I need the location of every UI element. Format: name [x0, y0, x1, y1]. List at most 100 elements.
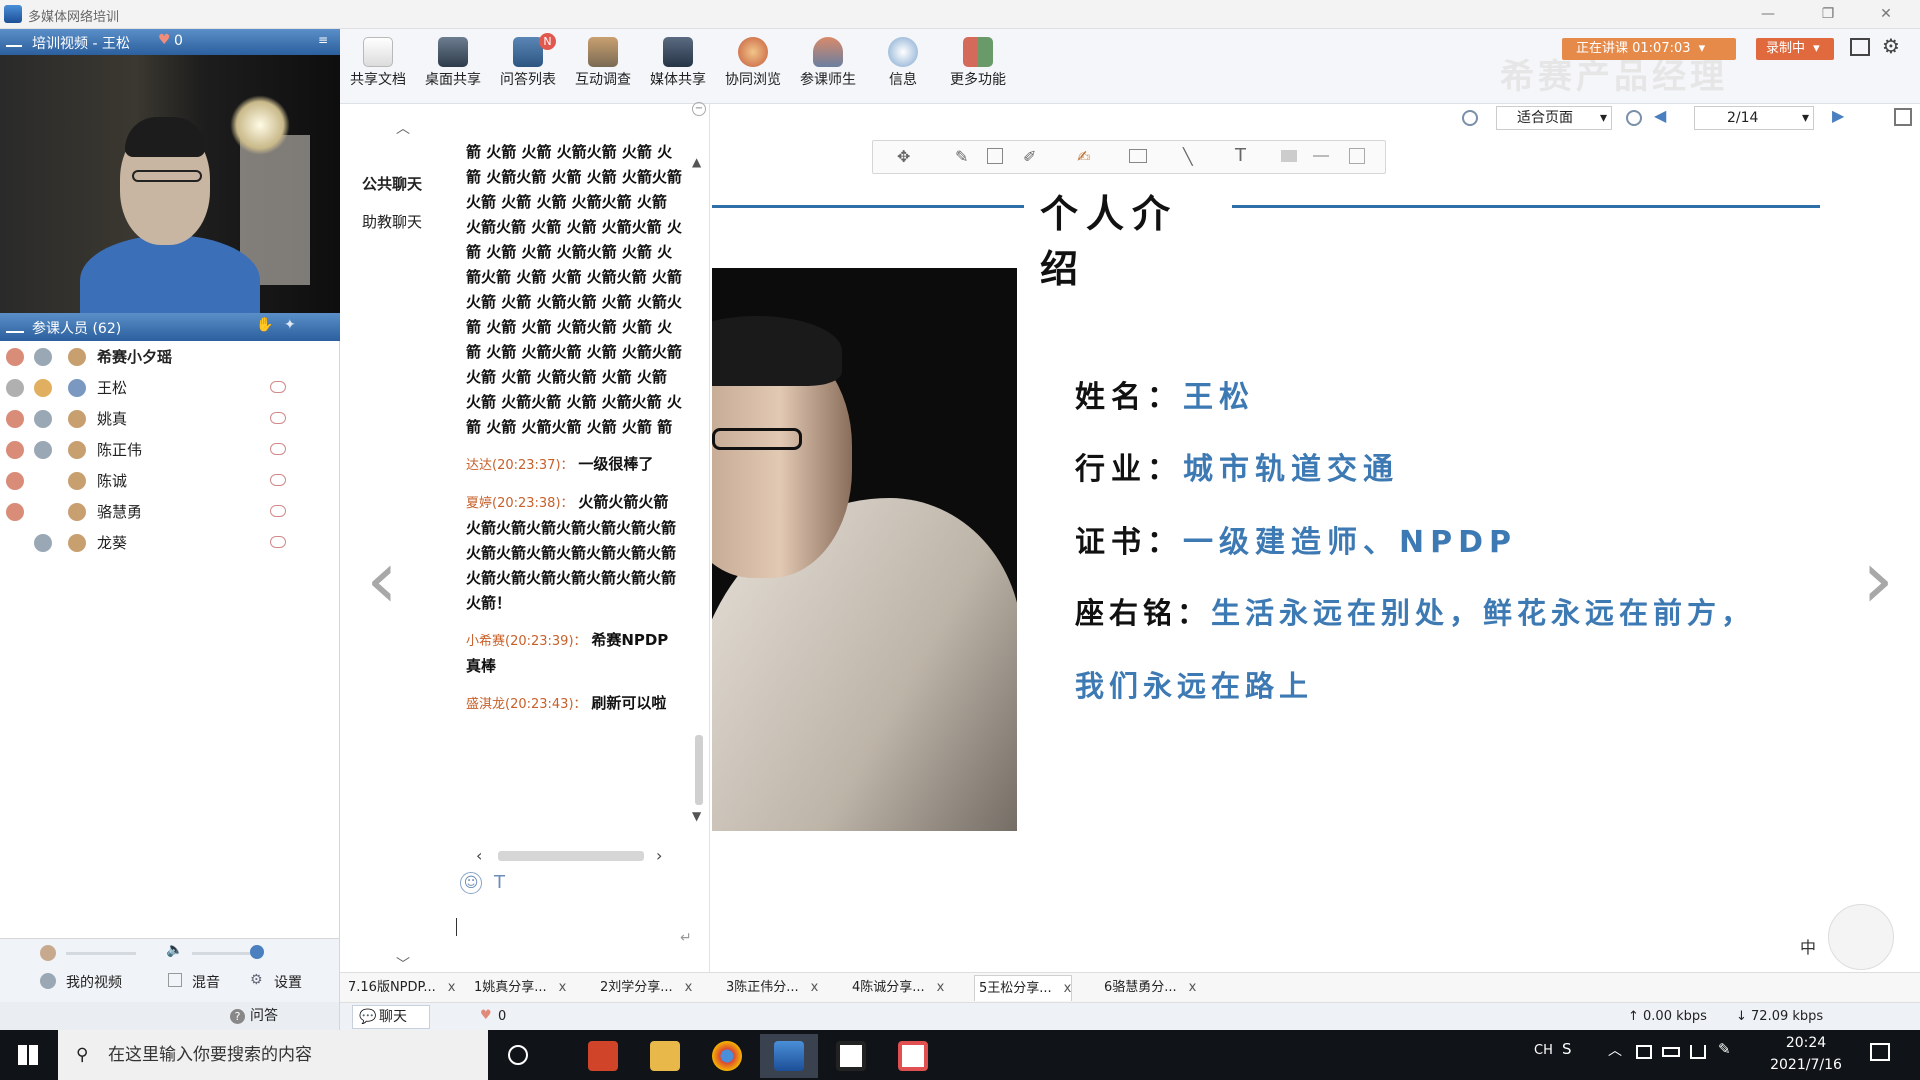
- language-indicator[interactable]: CH: [1534, 1043, 1553, 1058]
- participants-collapse-icon[interactable]: [6, 319, 24, 333]
- close-icon[interactable]: x: [448, 980, 456, 995]
- desktop-share-button[interactable]: 桌面共享: [416, 33, 490, 99]
- pen-permission-icon[interactable]: [6, 410, 24, 428]
- doc-tab[interactable]: 4陈诚分享... x: [848, 975, 944, 1001]
- tab-public-chat[interactable]: 公共聊天: [356, 165, 450, 203]
- notification-icon[interactable]: [1870, 1043, 1890, 1061]
- private-chat-icon[interactable]: [270, 381, 286, 393]
- co-browse-button[interactable]: 协同浏览: [716, 33, 790, 99]
- close-icon[interactable]: x: [1064, 981, 1072, 996]
- close-button[interactable]: ✕: [1866, 3, 1906, 25]
- file-explorer-app[interactable]: [636, 1034, 694, 1078]
- prev-slide-button[interactable]: ‹: [366, 540, 398, 620]
- eraser-icon[interactable]: ✎: [955, 147, 968, 166]
- volume-handle[interactable]: [250, 945, 264, 959]
- heart-icon[interactable]: ♥: [480, 1008, 492, 1023]
- mix-button[interactable]: 混音: [192, 972, 220, 992]
- pen-icon[interactable]: ✐: [1023, 147, 1036, 166]
- mic-icon[interactable]: [34, 379, 52, 397]
- taskbar-search[interactable]: ⚲ 在这里输入你要搜索的内容: [58, 1030, 488, 1080]
- share-document-button[interactable]: 共享文档: [341, 33, 415, 99]
- participants-settings-icon[interactable]: ✦: [284, 317, 296, 333]
- zoom-out-icon[interactable]: [1626, 110, 1642, 126]
- participant-row[interactable]: 姚真: [0, 403, 340, 434]
- monitor-icon[interactable]: [1690, 1045, 1706, 1059]
- chevron-up-icon[interactable]: ︿: [396, 118, 410, 138]
- my-video-icon[interactable]: [40, 973, 56, 989]
- pen-permission-icon[interactable]: [6, 379, 24, 397]
- app-c1[interactable]: [822, 1034, 880, 1078]
- mic-icon[interactable]: [34, 348, 52, 366]
- task-view-icon[interactable]: [508, 1045, 528, 1065]
- sogou-icon[interactable]: S: [1562, 1040, 1572, 1058]
- participant-row[interactable]: 龙葵: [0, 527, 340, 558]
- private-chat-icon[interactable]: [270, 536, 286, 548]
- pen-permission-icon[interactable]: [6, 503, 24, 521]
- close-icon[interactable]: x: [937, 980, 945, 995]
- zoom-icon[interactable]: [1462, 110, 1478, 126]
- close-icon[interactable]: x: [559, 980, 567, 995]
- restore-button[interactable]: ❐: [1808, 3, 1848, 25]
- pen-permission-icon[interactable]: [6, 348, 24, 366]
- lecture-status-badge[interactable]: 正在讲课 01:07:03 ▾: [1562, 38, 1736, 60]
- scrollbar-thumb[interactable]: [695, 735, 703, 805]
- chat-horizontal-scrollbar[interactable]: ‹ ›: [476, 846, 666, 866]
- doc-tab[interactable]: 6骆慧勇分... x: [1100, 975, 1196, 1001]
- doc-tab[interactable]: 1姚真分享... x: [470, 975, 566, 1001]
- tab-chat[interactable]: 💬 聊天: [352, 1005, 430, 1029]
- windows-start-icon[interactable]: [18, 1045, 38, 1065]
- text-tool-icon[interactable]: T: [1235, 145, 1246, 166]
- mic-icon[interactable]: [34, 410, 52, 428]
- emoji-icon[interactable]: ☺: [460, 872, 482, 894]
- font-format-icon[interactable]: T: [494, 872, 505, 893]
- record-button[interactable]: 录制中 ▾: [1756, 38, 1834, 60]
- tab-qa[interactable]: ? 问答: [178, 1004, 328, 1028]
- settings-button[interactable]: 设置: [274, 972, 302, 992]
- network-icon[interactable]: [1636, 1045, 1652, 1059]
- private-chat-icon[interactable]: [270, 412, 286, 424]
- video-collapse-icon[interactable]: [6, 33, 22, 47]
- mic-icon[interactable]: [34, 534, 52, 552]
- app-c2[interactable]: [884, 1034, 942, 1078]
- close-icon[interactable]: x: [685, 980, 693, 995]
- scroll-left-icon[interactable]: ‹: [476, 846, 482, 865]
- video-menu-icon[interactable]: ≡: [318, 33, 328, 47]
- doc-tab[interactable]: 7.16版NPDP... x: [344, 975, 455, 1001]
- doc-tab[interactable]: 3陈正伟分... x: [722, 975, 818, 1001]
- fit-mode-select[interactable]: 适合页面 ▾: [1496, 106, 1612, 130]
- pen-permission-icon[interactable]: [6, 441, 24, 459]
- chevron-up-icon[interactable]: ︿: [1608, 1040, 1622, 1060]
- survey-button[interactable]: 互动调查: [566, 33, 640, 99]
- crop-icon[interactable]: [987, 148, 1003, 164]
- clear-icon[interactable]: [1349, 148, 1365, 164]
- private-chat-icon[interactable]: [270, 505, 286, 517]
- scroll-down-icon[interactable]: ▼: [692, 809, 701, 823]
- tab-assistant-chat[interactable]: 助教聊天: [356, 203, 450, 241]
- participant-row[interactable]: 骆慧勇: [0, 496, 340, 527]
- minimize-button[interactable]: —: [1748, 3, 1788, 25]
- close-icon[interactable]: x: [1189, 980, 1197, 995]
- qa-list-button[interactable]: N 问答列表: [491, 33, 565, 99]
- pen-permission-icon[interactable]: [6, 472, 24, 490]
- more-features-button[interactable]: 更多功能: [941, 33, 1015, 99]
- chrome-app[interactable]: [698, 1034, 756, 1078]
- chevron-down-icon[interactable]: ﹀: [396, 954, 410, 974]
- my-video-button[interactable]: 我的视频: [66, 972, 122, 992]
- scroll-up-icon[interactable]: ▲: [692, 155, 701, 169]
- scroll-right-icon[interactable]: ›: [656, 846, 662, 865]
- mic-icon[interactable]: [34, 441, 52, 459]
- mix-icon[interactable]: [168, 973, 182, 987]
- doc-tab-active[interactable]: 5王松分享... x: [974, 975, 1073, 1001]
- pen-tray-icon[interactable]: ✎: [1718, 1040, 1731, 1058]
- private-chat-icon[interactable]: [270, 443, 286, 455]
- layout-icon[interactable]: [1850, 38, 1870, 56]
- rectangle-icon[interactable]: [1129, 149, 1147, 163]
- close-icon[interactable]: x: [811, 980, 819, 995]
- pointer-icon[interactable]: ✥: [897, 147, 910, 166]
- line-width-icon[interactable]: [1313, 155, 1329, 157]
- horizontal-scroll-thumb[interactable]: [498, 851, 644, 861]
- collapse-icon[interactable]: −: [692, 102, 706, 116]
- attendees-button[interactable]: 参课师生: [791, 33, 865, 99]
- training-app[interactable]: [760, 1034, 818, 1078]
- highlighter-icon[interactable]: ✍: [1077, 147, 1090, 166]
